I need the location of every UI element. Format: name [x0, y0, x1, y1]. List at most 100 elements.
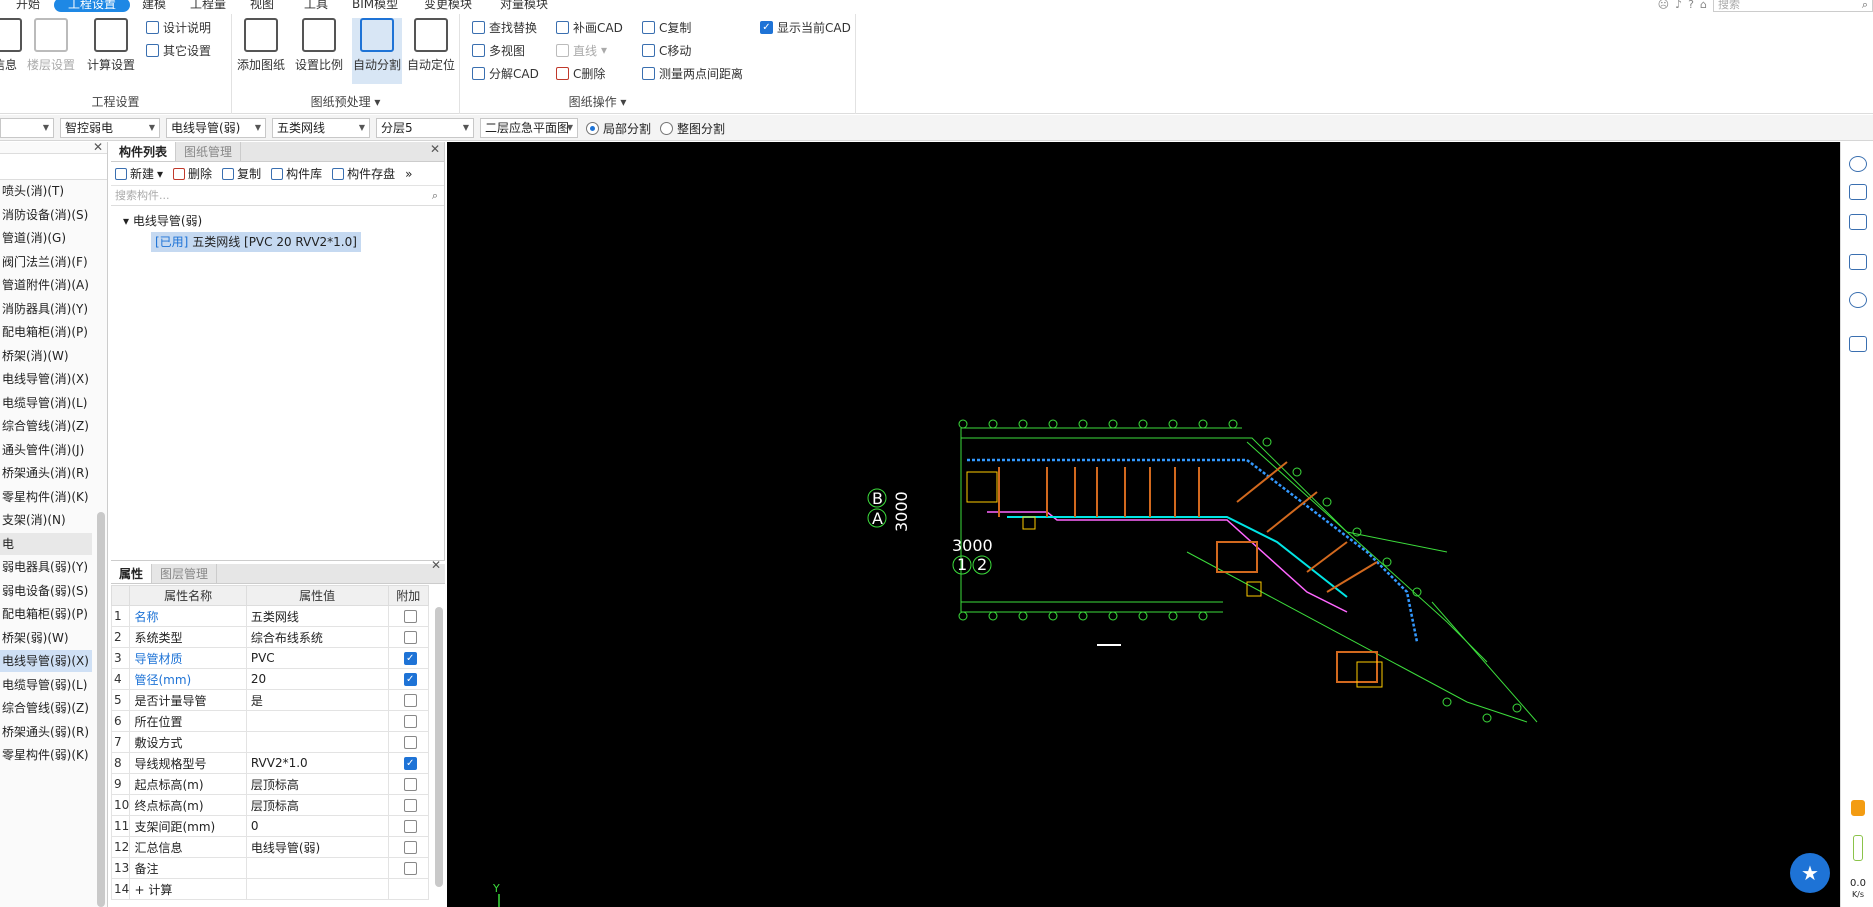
component-type-item[interactable]: 配电箱柜(消)(P) — [0, 321, 92, 343]
extra-checkbox[interactable] — [403, 609, 417, 623]
extra-checkbox[interactable] — [403, 735, 417, 749]
add-drawing-button[interactable]: 添加图纸 — [236, 18, 286, 73]
component-type-item[interactable]: 通头管件(消)(J) — [0, 439, 92, 461]
component-type-item[interactable]: 支架(消)(N) — [0, 509, 92, 531]
menu-view[interactable]: 视图 — [244, 0, 280, 12]
extra-checkbox[interactable] — [403, 693, 417, 707]
auto-locate-button[interactable]: 自动定位 — [406, 18, 456, 73]
component-type-item[interactable]: 桥架通头(消)(R) — [0, 462, 92, 484]
component-type-item[interactable]: 电线导管(弱)(X) — [0, 650, 92, 672]
property-row[interactable]: 13 备注 — [110, 857, 429, 879]
close-icon[interactable]: ✕ — [430, 142, 440, 156]
property-value[interactable] — [245, 878, 389, 900]
property-value[interactable]: 五类网线 — [245, 605, 389, 627]
whole-split-radio[interactable]: 整图分割 — [660, 120, 725, 137]
property-value[interactable]: RVV2*1.0 — [245, 752, 389, 774]
layer-select[interactable]: 分层5 ▼ — [376, 118, 474, 138]
c-move-button[interactable]: C移动 — [642, 41, 691, 59]
orbit-icon[interactable] — [1849, 156, 1867, 172]
component-type-item[interactable]: 零星构件(消)(K) — [0, 486, 92, 508]
component-type-item[interactable]: 电 — [0, 532, 92, 555]
property-row[interactable]: 5 是否计量导管是 — [110, 689, 429, 711]
extra-checkbox[interactable] — [403, 840, 417, 854]
set-scale-button[interactable]: 设置比例 — [294, 18, 344, 73]
component-search-input[interactable]: 搜索构件... ⌕ — [111, 186, 444, 206]
extra-checkbox[interactable] — [403, 861, 417, 875]
component-type-item[interactable]: 管道附件(消)(A) — [0, 274, 92, 296]
property-row[interactable]: 7 敷设方式 — [110, 731, 429, 753]
library-button[interactable]: 构件库 — [271, 165, 322, 182]
extra-checkbox[interactable]: ✓ — [403, 672, 417, 686]
menu-compare-module[interactable]: 对量模块 — [494, 0, 554, 12]
tree-leaf-item[interactable]: [已用] 五类网线 [PVC 20 RVV2*1.0] — [151, 232, 361, 252]
search-icon[interactable]: ⌕ — [1862, 0, 1868, 11]
component-type-item[interactable]: 配电箱柜(弱)(P) — [0, 603, 92, 625]
property-row[interactable]: 12 汇总信息 电线导管(弱) — [110, 836, 429, 858]
menu-modeling[interactable]: 建模 — [136, 0, 172, 12]
property-value[interactable]: 综合布线系统 — [245, 626, 389, 648]
sound-icon[interactable]: ♪ — [1675, 0, 1682, 11]
menu-bim-model[interactable]: BIM模型 — [346, 0, 404, 12]
extra-checkbox[interactable] — [403, 819, 417, 833]
close-icon[interactable]: ✕ — [93, 140, 103, 154]
property-value[interactable]: 层顶标高 — [245, 773, 389, 795]
3d-view-icon[interactable] — [1849, 184, 1867, 200]
property-value[interactable] — [245, 731, 389, 753]
delete-button[interactable]: 删除 — [173, 165, 212, 182]
property-row[interactable]: 4 管径(mm) 20 ✓ — [110, 668, 429, 690]
extra-checkbox[interactable] — [403, 777, 417, 791]
measure-distance-button[interactable]: 测量两点间距离 — [642, 64, 743, 82]
tab-component-list[interactable]: 构件列表 — [111, 142, 177, 161]
property-row[interactable]: 3 导管材质 PVC ✓ — [110, 647, 429, 669]
explode-cad-button[interactable]: 分解CAD — [472, 64, 539, 82]
menu-tools[interactable]: 工具 — [298, 0, 334, 12]
favorite-button[interactable]: ★ — [1790, 853, 1830, 893]
component-type-item[interactable]: 弱电器具(弱)(Y) — [0, 556, 92, 578]
component-type-item[interactable]: 电缆导管(消)(L) — [0, 392, 92, 414]
floor-plan-drawing[interactable]: B A 3000 3000 1 2 Y — [447, 142, 1840, 907]
property-row[interactable]: 10 终点标高(m) 层顶标高 — [110, 794, 429, 816]
help-icon[interactable]: ? — [1688, 0, 1694, 11]
extra-checkbox[interactable]: ✓ — [403, 756, 417, 770]
property-row[interactable]: 6 所在位置 — [110, 710, 429, 732]
component-type-item[interactable]: 喷头(消)(T) — [0, 180, 92, 202]
extra-checkbox[interactable] — [403, 798, 417, 812]
more-icon[interactable]: » — [405, 167, 412, 181]
props-scrollbar[interactable] — [435, 607, 443, 887]
extra-checkbox[interactable] — [403, 630, 417, 644]
shield-icon[interactable] — [1851, 800, 1865, 816]
extra-checkbox[interactable]: ✓ — [403, 651, 417, 665]
copy-button[interactable]: 复制 — [222, 165, 261, 182]
property-row[interactable]: 8 导线规格型号 RVV2*1.0 ✓ — [110, 752, 429, 774]
floor-settings-button[interactable]: 楼层设置 — [26, 18, 76, 73]
search-input[interactable]: 搜索 ⌕ — [1713, 0, 1873, 12]
component-type-item[interactable]: 消防器具(消)(Y) — [0, 298, 92, 320]
c-delete-button[interactable]: C删除 — [556, 64, 605, 82]
menu-quantities[interactable]: 工程量 — [184, 0, 232, 12]
category-select[interactable]: ▼ — [0, 118, 54, 138]
property-value[interactable] — [245, 710, 389, 732]
auto-split-button[interactable]: 自动分割 — [352, 18, 402, 84]
draw-cad-button[interactable]: 补画CAD — [556, 18, 623, 36]
property-value[interactable]: PVC — [245, 647, 389, 669]
design-notes-button[interactable]: 设计说明 — [146, 18, 211, 36]
component-type-item[interactable]: 电线导管(消)(X) — [0, 368, 92, 390]
tree-root-node[interactable]: ▾ 电线导管(弱) — [111, 210, 444, 232]
show-current-cad-checkbox[interactable]: ✓ 显示当前CAD — [760, 18, 851, 36]
property-value[interactable] — [245, 857, 389, 879]
system-select[interactable]: 智控弱电 ▼ — [60, 118, 160, 138]
new-button[interactable]: 新建 ▾ — [115, 165, 163, 182]
c-copy-button[interactable]: C复制 — [642, 18, 691, 36]
property-row[interactable]: 9 起点标高(m) 层顶标高 — [110, 773, 429, 795]
tab-drawing-management[interactable]: 图纸管理 — [176, 142, 242, 161]
close-icon[interactable]: ✕ — [431, 558, 441, 572]
pin-icon[interactable]: ⌂ — [1700, 0, 1707, 11]
extra-checkbox[interactable] — [403, 714, 417, 728]
property-value[interactable]: 是 — [245, 689, 389, 711]
tab-layer-management[interactable]: 图层管理 — [152, 564, 218, 583]
left-scrollbar[interactable] — [97, 512, 105, 907]
property-row[interactable]: 11 支架间距(mm) 0 — [110, 815, 429, 837]
menu-change-module[interactable]: 变更模块 — [418, 0, 478, 12]
local-split-radio[interactable]: 局部分割 — [586, 120, 651, 137]
menu-start[interactable]: 开始 — [10, 0, 46, 12]
